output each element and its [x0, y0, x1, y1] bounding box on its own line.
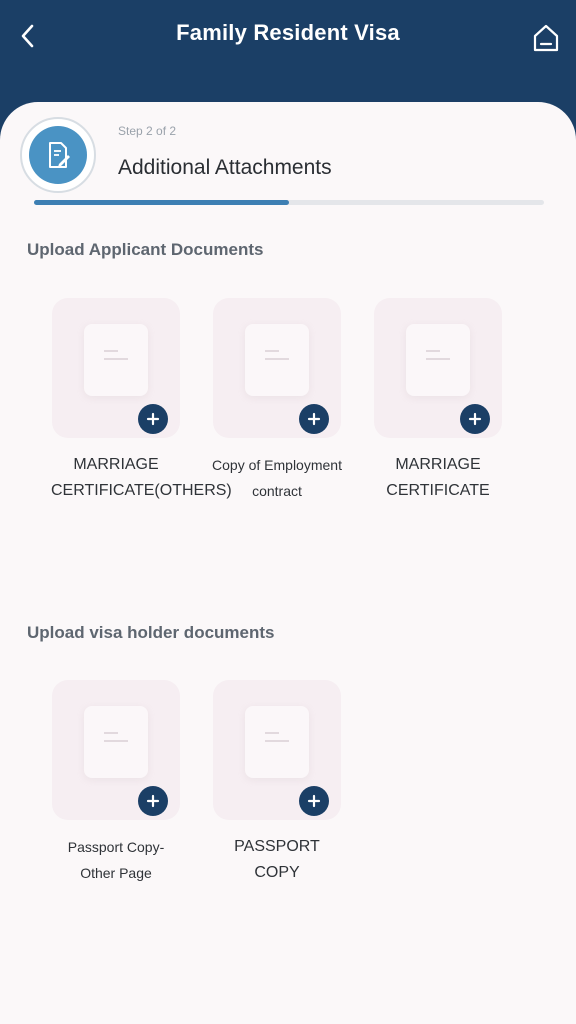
document-label: MARRIAGE CERTIFICATE: [386, 456, 490, 499]
document-upload-tile[interactable]: [213, 298, 341, 438]
document-placeholder-icon: [245, 324, 309, 396]
document-upload-tile[interactable]: [374, 298, 502, 438]
step-indicator: [20, 117, 96, 193]
document-label: PASSPORT COPY: [234, 838, 320, 881]
document-upload-tile[interactable]: [52, 680, 180, 820]
page-title: Family Resident Visa: [176, 20, 400, 45]
home-icon: [533, 24, 559, 52]
document-placeholder-icon: [84, 324, 148, 396]
document-edit-icon: [49, 142, 70, 168]
plus-icon: [307, 412, 321, 426]
plus-icon: [146, 794, 160, 808]
plus-icon: [307, 794, 321, 808]
document-upload-item: MARRIAGE CERTIFICATE(OTHERS): [51, 298, 232, 504]
plus-icon: [146, 412, 160, 426]
document-upload-item: PASSPORT COPY: [212, 680, 342, 886]
document-upload-tile[interactable]: [52, 298, 180, 438]
add-document-button[interactable]: [138, 786, 168, 816]
add-document-button[interactable]: [299, 404, 329, 434]
add-document-button[interactable]: [299, 786, 329, 816]
content-card: Step 2 of 2 Additional Attachments Uploa…: [0, 102, 576, 1024]
step-icon-circle: [29, 126, 87, 184]
document-label: Passport Copy-Other Page: [67, 839, 165, 881]
progress-bar-fill: [34, 200, 289, 205]
document-placeholder-icon: [84, 706, 148, 778]
document-upload-item: Passport Copy-Other Page: [51, 680, 181, 886]
document-label: MARRIAGE CERTIFICATE(OTHERS): [51, 456, 232, 499]
applicant-section-title: Upload Applicant Documents: [27, 240, 264, 259]
step-title: Additional Attachments: [118, 156, 332, 179]
add-document-button[interactable]: [460, 404, 490, 434]
document-upload-item: Copy of Employment contract: [212, 298, 342, 504]
document-placeholder-icon: [406, 324, 470, 396]
step-counter: Step 2 of 2: [118, 124, 177, 138]
plus-icon: [468, 412, 482, 426]
progress-bar: [34, 200, 544, 205]
visa-holder-section-title: Upload visa holder documents: [27, 623, 275, 642]
document-label: Copy of Employment contract: [212, 457, 342, 499]
document-placeholder-icon: [245, 706, 309, 778]
document-upload-item: MARRIAGE CERTIFICATE: [373, 298, 503, 504]
home-button[interactable]: [528, 18, 564, 58]
document-upload-tile[interactable]: [213, 680, 341, 820]
add-document-button[interactable]: [138, 404, 168, 434]
